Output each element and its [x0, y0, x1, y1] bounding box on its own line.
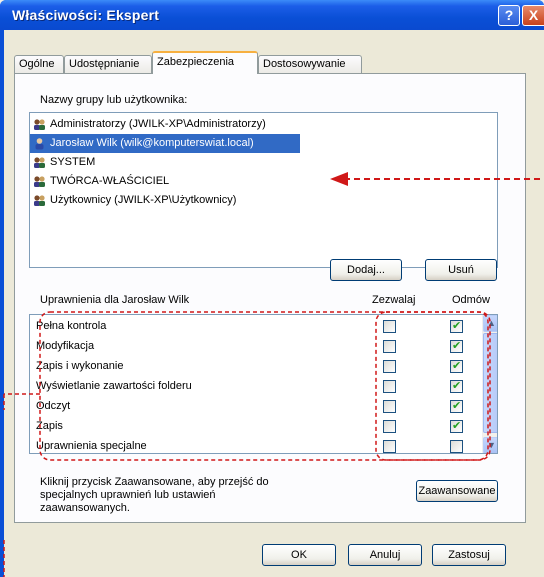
- annotation-overlay: [3, 172, 540, 577]
- deny-column-highlight: [375, 311, 489, 461]
- permissions-highlight: [3, 311, 491, 461]
- arrow-annotation: [330, 172, 540, 186]
- tab-security[interactable]: Zabezpieczenia: [152, 51, 258, 74]
